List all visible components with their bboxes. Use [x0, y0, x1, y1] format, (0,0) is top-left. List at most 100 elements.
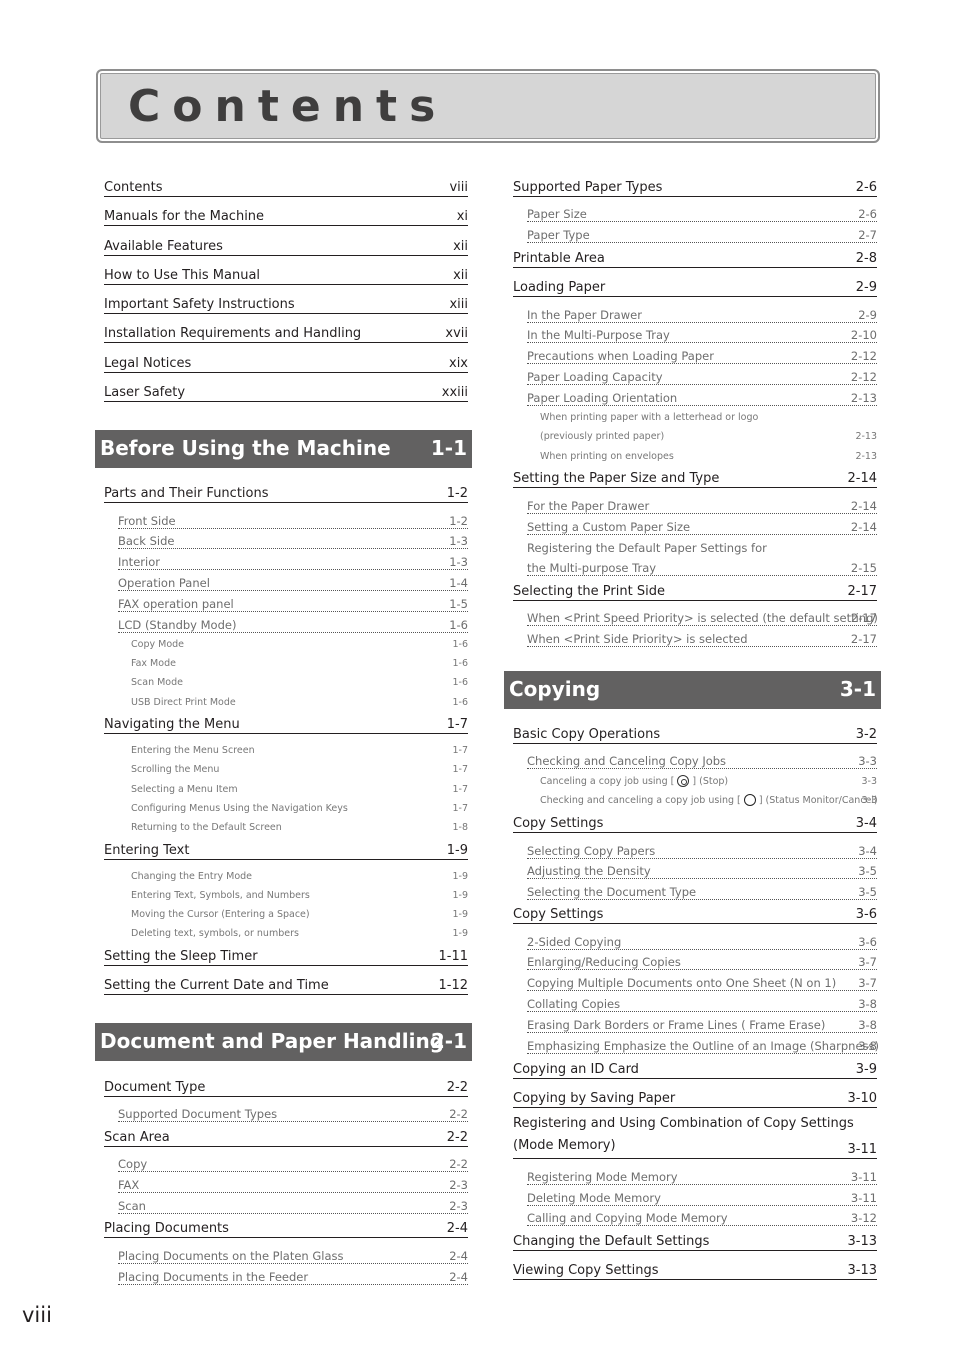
toc-entry[interactable]: Copying by Saving Paper 3-10 — [513, 1085, 877, 1108]
toc-entry[interactable]: Setting the Sleep Timer 1-11 — [104, 943, 468, 966]
toc-subsubentry[interactable]: Deleting text, symbols, or numbers 1-9 — [131, 924, 468, 940]
toc-subsubentry[interactable]: Changing the Entry Mode 1-9 — [131, 867, 468, 883]
toc-subentry[interactable]: Placing Documents on the Platen Glass 2-4 — [118, 1245, 468, 1264]
toc-subsubentry[interactable]: Scan Mode 1-6 — [131, 673, 468, 689]
toc-subsubentry[interactable]: Returning to the Default Screen 1-8 — [131, 818, 468, 834]
toc-subsubentry[interactable]: Canceling a copy job using [ ] (Stop) 3-3 — [540, 772, 877, 788]
toc-entry[interactable]: Laser Safety xxiii — [104, 379, 468, 402]
chapter-header[interactable]: Before Using the Machine 1-1 — [95, 430, 472, 468]
toc-entry[interactable]: Selecting the Print Side 2-17 — [513, 578, 877, 601]
entry-page: 2-14 — [850, 499, 877, 513]
toc-entry[interactable]: Copy Settings 3-4 — [513, 810, 877, 833]
toc-subentry[interactable]: Copying Multiple Documents onto One Shee… — [527, 972, 877, 991]
toc-entry[interactable]: Copy Settings 3-6 — [513, 901, 877, 924]
entry-page: xvii — [445, 326, 468, 341]
toc-entry[interactable]: Viewing Copy Settings 3-13 — [513, 1257, 877, 1280]
toc-subsubentry[interactable]: Fax Mode 1-6 — [131, 654, 468, 670]
toc-entry[interactable]: Scan Area 2-2 — [104, 1124, 468, 1147]
toc-subsubentry[interactable]: When printing paper with a letterhead or… — [540, 408, 877, 424]
toc-entry[interactable]: Important Safety Instructions xiii — [104, 291, 468, 314]
toc-subentry[interactable]: LCD (Standby Mode) 1-6 — [118, 614, 468, 633]
toc-entry[interactable]: Setting the Paper Size and Type 2-14 — [513, 465, 877, 488]
toc-entry[interactable]: Setting the Current Date and Time 1-12 — [104, 972, 468, 995]
toc-subentry[interactable]: Calling and Copying Mode Memory 3-12 — [527, 1207, 877, 1226]
toc-subentry[interactable]: Paper Loading Orientation 2-13 — [527, 387, 877, 406]
toc-subentry[interactable]: Placing Documents in the Feeder 2-4 — [118, 1266, 468, 1285]
toc-subsubentry[interactable]: (previously printed paper) 2-13 — [540, 427, 877, 443]
toc-subsubentry[interactable]: Configuring Menus Using the Navigation K… — [131, 799, 468, 815]
toc-subentry[interactable]: Front Side 1-2 — [118, 510, 468, 529]
toc-entry[interactable]: Basic Copy Operations 3-2 — [513, 721, 877, 744]
toc-subentry[interactable]: Scan 2-3 — [118, 1195, 468, 1214]
entry-title: Deleting Mode Memory — [527, 1191, 661, 1205]
toc-subsubentry[interactable]: USB Direct Print Mode 1-6 — [131, 693, 468, 709]
chapter-header[interactable]: Document and Paper Handling 2-1 — [95, 1023, 472, 1061]
entry-page: 1-12 — [438, 978, 468, 993]
toc-subsubentry[interactable]: Copy Mode 1-6 — [131, 635, 468, 651]
toc-subentry[interactable]: Setting a Custom Paper Size 2-14 — [527, 516, 877, 535]
toc-subentry[interactable]: In the Paper Drawer 2-9 — [527, 304, 877, 323]
toc-subentry[interactable]: Enlarging/Reducing Copies 3-7 — [527, 951, 877, 970]
toc-entry[interactable]: Placing Documents 2-4 — [104, 1215, 468, 1238]
toc-subentry[interactable]: When <Print Speed Priority> is selected … — [527, 607, 878, 626]
toc-subentry[interactable]: When <Print Side Priority> is selected 2-… — [527, 628, 877, 647]
toc-subentry[interactable]: Paper Type 2-7 — [527, 224, 877, 243]
toc-entry[interactable]: Copying an ID Card 3-9 — [513, 1056, 877, 1079]
toc-subentry[interactable]: Checking and Canceling Copy Jobs 3-3 — [527, 750, 877, 769]
entry-title: FAX — [118, 1178, 140, 1192]
toc-entry[interactable]: Supported Paper Types 2-6 — [513, 174, 877, 197]
toc-subentry[interactable]: Selecting Copy Papers 3-4 — [527, 840, 877, 859]
toc-entry[interactable]: Manuals for the Machine xi — [104, 203, 468, 226]
toc-subsubentry[interactable]: When printing on envelopes 2-13 — [540, 447, 877, 463]
toc-subentry[interactable]: Erasing Dark Borders or Frame Lines ( Fr… — [527, 1014, 877, 1033]
entry-title: Copying Multiple Documents onto One Shee… — [527, 976, 837, 990]
toc-entry[interactable]: Available Features xii — [104, 233, 468, 256]
toc-subentry[interactable]: Selecting the Document Type 3-5 — [527, 881, 877, 900]
toc-entry[interactable]: Printable Area 2-8 — [513, 245, 877, 268]
toc-subentry[interactable]: Operation Panel 1-4 — [118, 572, 468, 591]
toc-subentry[interactable]: Back Side 1-3 — [118, 530, 468, 549]
toc-subentry[interactable]: FAX 2-3 — [118, 1174, 468, 1193]
toc-subsubentry[interactable]: Entering the Menu Screen 1-7 — [131, 741, 468, 757]
toc-subentry[interactable]: For the Paper Drawer 2-14 — [527, 495, 877, 514]
toc-subentry[interactable]: Registering Mode Memory 3-11 — [527, 1166, 877, 1185]
toc-subsubentry[interactable]: Moving the Cursor (Entering a Space) 1-9 — [131, 905, 468, 921]
toc-subentry[interactable]: Copy 2-2 — [118, 1153, 468, 1172]
toc-entry[interactable]: Loading Paper 2-9 — [513, 274, 877, 297]
chapter-header[interactable]: Copying 3-1 — [504, 671, 881, 709]
toc-subentry[interactable]: Collating Copies 3-8 — [527, 993, 877, 1012]
toc-entry[interactable]: Navigating the Menu 1-7 — [104, 711, 468, 734]
toc-subsubentry[interactable]: Checking and canceling a copy job using … — [540, 791, 878, 807]
chapter-title: Before Using the Machine — [100, 436, 391, 460]
chapter-page: 2-1 — [430, 1029, 467, 1053]
toc-subentry[interactable]: Precautions when Loading Paper 2-12 — [527, 345, 877, 364]
toc-subsubentry[interactable]: Selecting a Menu Item 1-7 — [131, 780, 468, 796]
toc-subentry[interactable]: the Multi-purpose Tray 2-15 — [527, 557, 877, 576]
toc-entry[interactable]: Installation Requirements and Handling xv… — [104, 320, 468, 343]
toc-entry[interactable]: Entering Text 1-9 — [104, 837, 468, 860]
toc-entry[interactable]: Parts and Their Functions 1-2 — [104, 480, 468, 503]
toc-entry[interactable]: Contents viii — [104, 174, 468, 197]
entry-title: Setting the Paper Size and Type — [513, 471, 720, 486]
toc-entry[interactable]: Changing the Default Settings 3-13 — [513, 1228, 877, 1251]
toc-subsubentry[interactable]: Scrolling the Menu 1-7 — [131, 760, 468, 776]
toc-entry[interactable]: Legal Notices xix — [104, 350, 468, 373]
toc-subentry[interactable]: 2-Sided Copying 3-6 — [527, 931, 877, 950]
entry-page: 3-8 — [858, 997, 877, 1011]
toc-subentry[interactable]: Emphasizing Emphasize the Outline of an … — [527, 1035, 879, 1054]
toc-entry[interactable]: How to Use This Manual xii — [104, 262, 468, 285]
toc-subentry[interactable]: Paper Size 2-6 — [527, 203, 877, 222]
toc-subentry[interactable]: Supported Document Types 2-2 — [118, 1103, 468, 1122]
toc-subentry[interactable]: Adjusting the Density 3-5 — [527, 860, 877, 879]
toc-subsubentry[interactable]: Entering Text, Symbols, and Numbers 1-9 — [131, 886, 468, 902]
toc-subentry[interactable]: In the Multi-Purpose Tray 2-10 — [527, 324, 877, 343]
toc-subentry[interactable]: Paper Loading Capacity 2-12 — [527, 366, 877, 385]
entry-title: Changing the Default Settings — [513, 1234, 710, 1249]
toc-entry[interactable]: Document Type 2-2 — [104, 1074, 468, 1097]
toc-subentry[interactable]: Deleting Mode Memory 3-11 — [527, 1187, 877, 1206]
toc-subentry[interactable]: Registering the Default Paper Settings f… — [527, 537, 877, 555]
entry-title: Configuring Menus Using the Navigation K… — [131, 803, 348, 814]
toc-subentry[interactable]: FAX operation panel 1-5 — [118, 593, 468, 612]
toc-subentry[interactable]: Interior 1-3 — [118, 551, 468, 570]
toc-entry[interactable]: Registering and Using Combination of Cop… — [513, 1114, 877, 1159]
